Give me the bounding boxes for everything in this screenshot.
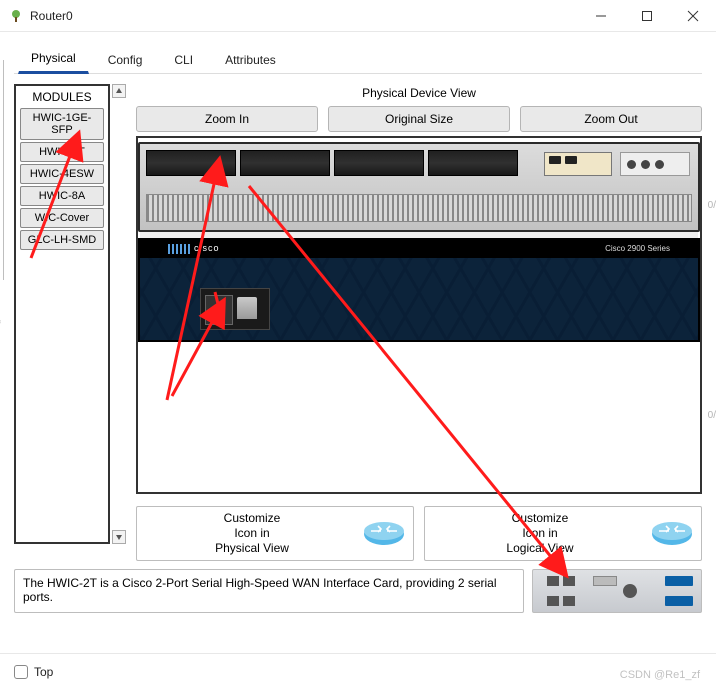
series-label: Cisco 2900 Series (605, 244, 670, 253)
customize-label: Physical View (143, 541, 361, 556)
module-thumbnail[interactable] (532, 569, 702, 613)
customize-physical-view[interactable]: Customize Icon in Physical View (136, 506, 414, 561)
hwic-slot[interactable] (240, 150, 330, 176)
customize-logical-view[interactable]: Customize Icon in Logical View (424, 506, 702, 561)
module-item[interactable]: WIC-Cover (20, 208, 104, 228)
close-button[interactable] (670, 0, 716, 31)
device-view-label: Physical Device View (136, 84, 702, 102)
installed-module[interactable] (200, 288, 270, 330)
tab-config[interactable]: Config (95, 48, 156, 73)
modules-panel: MODULES HWIC-1GE-SFP HWIC-2T HWIC-4ESW H… (14, 84, 110, 544)
window-title: Router0 (30, 9, 578, 23)
tab-bar: Physical Config CLI Attributes (0, 32, 716, 73)
minimize-button[interactable] (578, 0, 624, 31)
modules-scroll-down[interactable] (112, 530, 126, 544)
tab-attributes[interactable]: Attributes (212, 48, 289, 73)
module-item[interactable]: HWIC-4ESW (20, 164, 104, 184)
original-size-button[interactable]: Original Size (328, 106, 510, 132)
router-icon (361, 517, 407, 551)
bottom-bar: Top (0, 653, 716, 689)
ethernet-ports[interactable] (544, 152, 612, 176)
brand-label: cisco (168, 243, 220, 254)
hwic-slot[interactable] (146, 150, 236, 176)
customize-label: Icon in (143, 526, 361, 541)
modules-scroll-up[interactable] (112, 84, 126, 98)
module-item[interactable]: HWIC-1GE-SFP (20, 108, 104, 140)
zoom-in-button[interactable]: Zoom In (136, 106, 318, 132)
chassis-top[interactable] (138, 142, 700, 232)
top-checkbox[interactable] (14, 665, 28, 679)
zoom-out-button[interactable]: Zoom Out (520, 106, 702, 132)
tab-cli[interactable]: CLI (161, 48, 206, 73)
aux-ports[interactable] (620, 152, 690, 176)
tab-physical[interactable]: Physical (18, 46, 89, 74)
physical-device-viewport[interactable]: cisco Cisco 2900 Series (136, 136, 702, 494)
customize-label: Customize (143, 511, 361, 526)
module-item[interactable]: GLC-LH-SMD (20, 230, 104, 250)
vent-grille (146, 194, 692, 222)
module-description: The HWIC-2T is a Cisco 2-Port Serial Hig… (14, 569, 524, 613)
router-icon (649, 517, 695, 551)
module-item[interactable]: HWIC-8A (20, 186, 104, 206)
chassis-bottom[interactable]: cisco Cisco 2900 Series (138, 238, 700, 342)
module-item[interactable]: HWIC-2T (20, 142, 104, 162)
hwic-slot[interactable] (428, 150, 518, 176)
modules-header: MODULES (16, 86, 108, 106)
top-checkbox-label: Top (34, 665, 53, 679)
hwic-slot[interactable] (334, 150, 424, 176)
app-icon (8, 8, 24, 24)
maximize-button[interactable] (624, 0, 670, 31)
customize-label: Logical View (431, 541, 649, 556)
customize-label: Icon in (431, 526, 649, 541)
watermark: CSDN @Re1_zf (620, 669, 700, 681)
customize-label: Customize (431, 511, 649, 526)
titlebar: Router0 (0, 0, 716, 32)
